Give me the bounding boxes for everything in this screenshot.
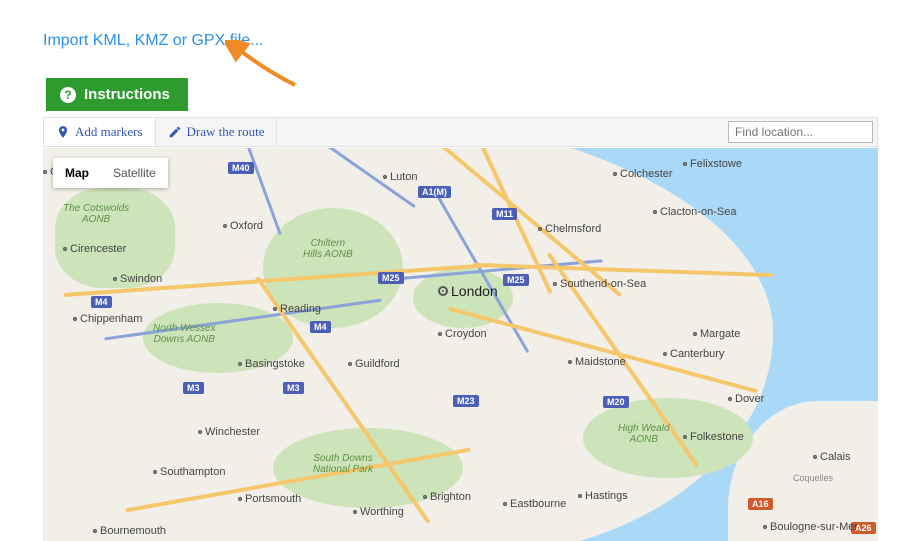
city-label: Folkestone [683,431,744,443]
city-label: Cirencester [63,243,126,255]
city-label: Maidstone [568,356,626,368]
city-label: Reading [273,303,321,315]
city-label: Portsmouth [238,493,301,505]
city-label: Chippenham [73,313,142,325]
city-label: Southampton [153,466,225,478]
road-shield: M4 [91,296,112,308]
city-label: Guildford [348,358,400,370]
city-label: Margate [693,328,740,340]
park-label: The CotswoldsAONB [63,203,129,225]
city-label: Chelmsford [538,223,601,235]
city-label: Brighton [423,491,471,503]
road-shield: M23 [453,395,479,407]
city-label: Winchester [198,426,260,438]
city-label: Bournemouth [93,525,166,537]
road-shield: M20 [603,396,629,408]
city-label: Swindon [113,273,162,285]
city-label-london: London [438,283,498,299]
marker-icon [56,125,70,139]
road-shield: M40 [228,162,254,174]
city-label: Luton [383,171,418,183]
road-shield: M3 [283,382,304,394]
road-shield: A16 [748,498,773,510]
draw-route-label: Draw the route [187,124,265,140]
road-shield: M25 [378,272,404,284]
city-label: Colchester [613,168,673,180]
city-label: Southend-on-Sea [553,278,646,290]
maptype-map-button[interactable]: Map [53,158,101,188]
instructions-label: Instructions [84,86,170,103]
maptype-satellite-button[interactable]: Satellite [101,158,168,188]
location-search-input[interactable] [728,121,873,143]
city-label: Boulogne-sur-Mer [763,521,858,533]
road-shield: M3 [183,382,204,394]
city-label: Canterbury [663,348,724,360]
city-label: Oxford [223,220,263,232]
city-label: Hastings [578,490,628,502]
road-shield: M4 [310,321,331,333]
city-label: Felixstowe [683,158,742,170]
map-type-switcher: Map Satellite [53,158,168,188]
city-label: Calais [813,451,851,463]
city-label: Coquelles [793,473,833,483]
city-label: Basingstoke [238,358,305,370]
capital-icon [438,286,448,296]
road-shield: M11 [492,208,517,220]
tab-add-markers[interactable]: Add markers [44,118,156,146]
park-label: South DownsNational Park [313,453,373,475]
city-label: Worthing [353,506,404,518]
import-file-link[interactable]: Import KML, KMZ or GPX file... [43,32,264,50]
map-canvas[interactable]: Map Satellite M40 A1(M) M11 M25 M25 M4 M… [43,148,878,541]
park-label: High WealdAONB [618,423,670,445]
city-label: Clacton-on-Sea [653,206,736,218]
pencil-icon [168,125,182,139]
city-label: Dover [728,393,764,405]
park-label: North WessexDowns AONB [153,323,216,345]
map-toolbar: Add markers Draw the route [43,117,878,147]
add-markers-label: Add markers [75,124,143,140]
instructions-button[interactable]: ? Instructions [46,78,188,111]
park-label: ChilternHills AONB [303,238,353,260]
road-shield: M25 [503,274,529,286]
city-label: Croydon [438,328,487,340]
road-shield: A1(M) [418,186,451,198]
help-icon: ? [60,87,76,103]
city-label: Eastbourne [503,498,566,510]
tab-draw-route[interactable]: Draw the route [156,118,278,146]
